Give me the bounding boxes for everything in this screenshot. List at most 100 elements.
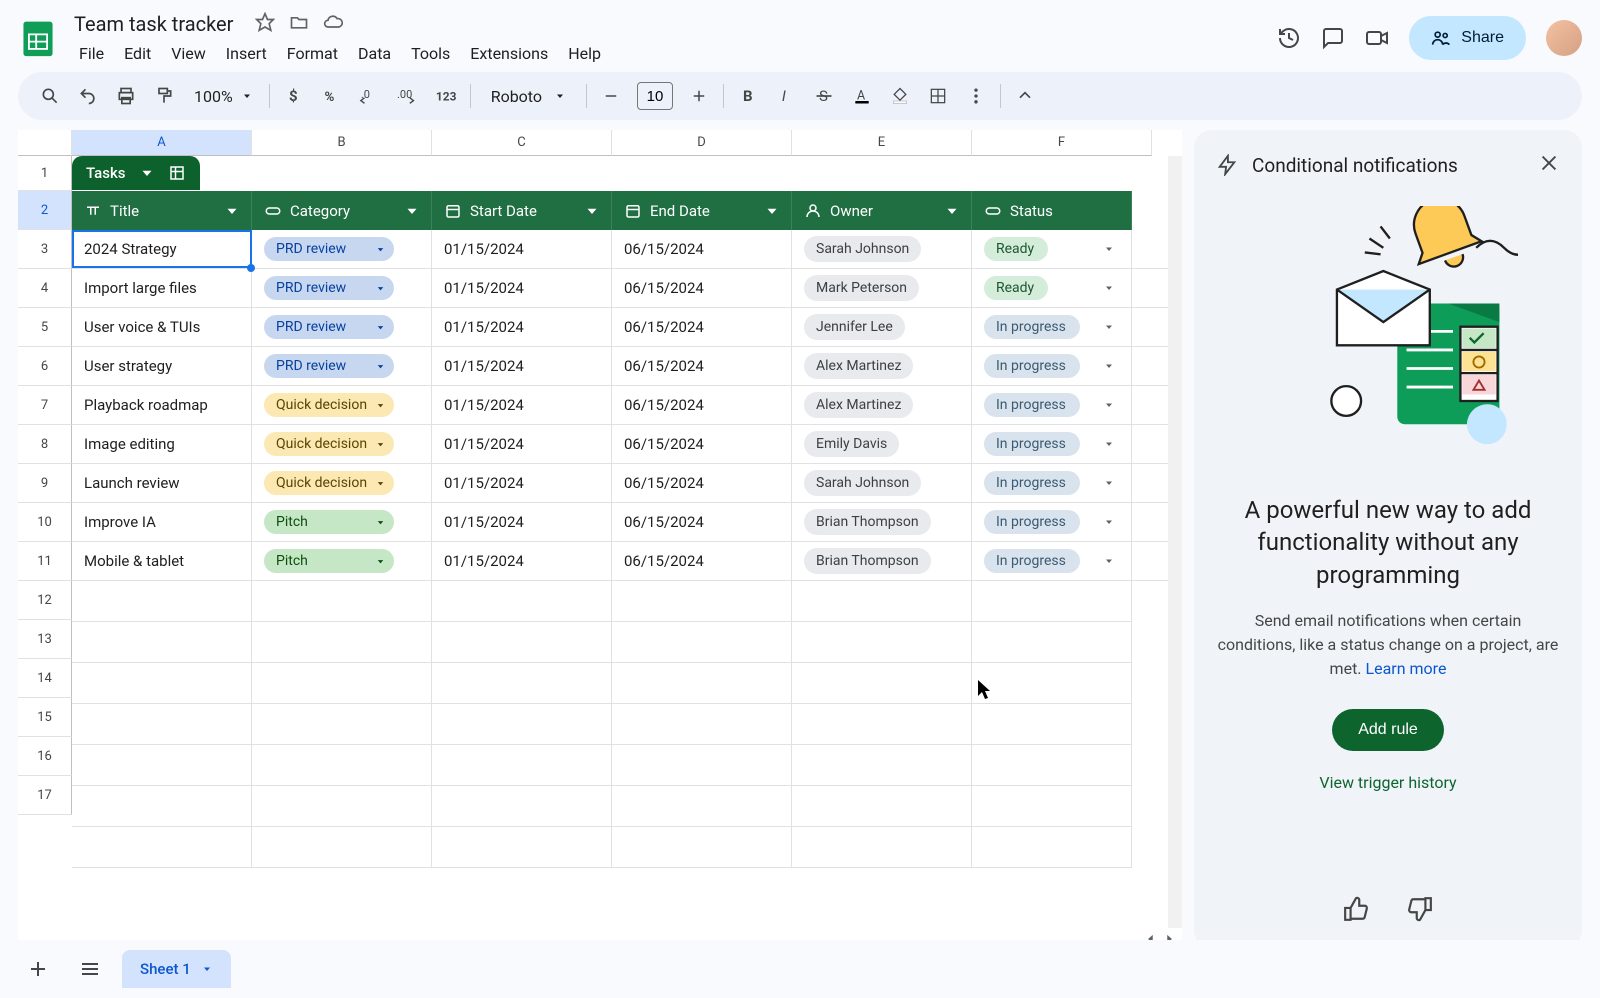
borders-icon[interactable] — [920, 78, 956, 114]
table-tab[interactable]: Tasks — [72, 156, 200, 190]
cell-status[interactable]: In progress — [972, 347, 1132, 385]
vertical-scrollbar[interactable] — [1168, 156, 1182, 928]
cell-title[interactable]: Import large files — [72, 269, 252, 307]
cell-start-date[interactable]: 01/15/2024 — [432, 347, 612, 385]
row-header-16[interactable]: 16 — [18, 737, 72, 776]
table-header-owner[interactable]: Owner — [792, 191, 972, 230]
strikethrough-icon[interactable]: S — [806, 78, 842, 114]
add-sheet-icon[interactable] — [18, 949, 58, 989]
cell-status[interactable]: In progress — [972, 425, 1132, 463]
cell-category[interactable]: PRD review — [252, 347, 432, 385]
cell-end-date[interactable]: 06/15/2024 — [612, 308, 792, 346]
menu-help[interactable]: Help — [559, 40, 610, 67]
italic-icon[interactable]: I — [768, 78, 804, 114]
cell-end-date[interactable]: 06/15/2024 — [612, 542, 792, 580]
cell-owner[interactable]: Brian Thompson — [792, 503, 972, 541]
menu-tools[interactable]: Tools — [402, 40, 459, 67]
cell-end-date[interactable]: 06/15/2024 — [612, 464, 792, 502]
row-header-11[interactable]: 11 — [18, 542, 72, 581]
font-size-input[interactable] — [637, 82, 673, 110]
add-rule-button[interactable]: Add rule — [1332, 709, 1444, 751]
cell-start-date[interactable]: 01/15/2024 — [432, 425, 612, 463]
bold-icon[interactable]: B — [730, 78, 766, 114]
decrease-decimal-icon[interactable]: .0 — [352, 78, 388, 114]
all-sheets-icon[interactable] — [70, 949, 110, 989]
font-select[interactable]: Roboto — [477, 87, 580, 106]
menu-view[interactable]: View — [162, 40, 215, 67]
menu-extensions[interactable]: Extensions — [461, 40, 557, 67]
row-header-17[interactable]: 17 — [18, 776, 72, 815]
cell-status[interactable]: In progress — [972, 308, 1132, 346]
table-header-title[interactable]: Title — [72, 191, 252, 230]
menu-edit[interactable]: Edit — [115, 40, 160, 67]
increase-decimal-icon[interactable]: .00 — [390, 78, 426, 114]
row-header-3[interactable]: 3 — [18, 230, 72, 269]
comment-icon[interactable] — [1321, 26, 1345, 50]
print-icon[interactable] — [108, 78, 144, 114]
col-header-e[interactable]: E — [792, 130, 972, 156]
cell-title[interactable]: Mobile & tablet — [72, 542, 252, 580]
col-header-b[interactable]: B — [252, 130, 432, 156]
empty-row[interactable] — [72, 745, 1182, 786]
cell-status[interactable]: Ready — [972, 269, 1132, 307]
cell-start-date[interactable]: 01/15/2024 — [432, 230, 612, 268]
history-icon[interactable] — [1277, 26, 1301, 50]
cell-owner[interactable]: Brian Thompson — [792, 542, 972, 580]
sheet-tab-1[interactable]: Sheet 1 — [122, 950, 231, 988]
empty-row[interactable] — [72, 786, 1182, 827]
cell-title[interactable]: Image editing — [72, 425, 252, 463]
table-header-start[interactable]: Start Date — [432, 191, 612, 230]
table-header-category[interactable]: Category — [252, 191, 432, 230]
fill-color-icon[interactable] — [882, 78, 918, 114]
cell-category[interactable]: Pitch — [252, 542, 432, 580]
cell-start-date[interactable]: 01/15/2024 — [432, 308, 612, 346]
cell-category[interactable]: Quick decision — [252, 425, 432, 463]
cell-status[interactable]: In progress — [972, 386, 1132, 424]
cell-owner[interactable]: Alex Martinez — [792, 347, 972, 385]
cell-owner[interactable]: Sarah Johnson — [792, 230, 972, 268]
cell-status[interactable]: Ready — [972, 230, 1132, 268]
empty-row[interactable] — [72, 581, 1182, 622]
learn-more-link[interactable]: Learn more — [1365, 659, 1446, 678]
user-avatar[interactable] — [1546, 20, 1582, 56]
cell-title[interactable]: Improve IA — [72, 503, 252, 541]
cell-owner[interactable]: Alex Martinez — [792, 386, 972, 424]
select-all-corner[interactable] — [18, 130, 72, 156]
zoom-select[interactable]: 100% — [184, 87, 263, 106]
collapse-toolbar-icon[interactable] — [1007, 78, 1043, 114]
cell-category[interactable]: PRD review — [252, 269, 432, 307]
doc-title[interactable]: Team task tracker — [70, 10, 237, 38]
row-header-8[interactable]: 8 — [18, 425, 72, 464]
percent-icon[interactable]: % — [314, 78, 350, 114]
cell-title[interactable]: Playback roadmap — [72, 386, 252, 424]
table-view-icon[interactable] — [168, 164, 186, 182]
share-button[interactable]: Share — [1409, 16, 1526, 60]
cell-end-date[interactable]: 06/15/2024 — [612, 269, 792, 307]
cell-owner[interactable]: Sarah Johnson — [792, 464, 972, 502]
thumbs-up-icon[interactable] — [1343, 896, 1369, 926]
paint-format-icon[interactable] — [146, 78, 182, 114]
menu-file[interactable]: File — [70, 40, 113, 67]
row-header-2[interactable]: 2 — [18, 191, 72, 230]
col-header-c[interactable]: C — [432, 130, 612, 156]
cell-owner[interactable]: Emily Davis — [792, 425, 972, 463]
row-header-4[interactable]: 4 — [18, 269, 72, 308]
menu-format[interactable]: Format — [278, 40, 347, 67]
currency-icon[interactable]: $ — [276, 78, 312, 114]
more-icon[interactable] — [958, 78, 994, 114]
star-icon[interactable] — [255, 12, 275, 36]
spreadsheet-grid[interactable]: A B C D E F 1234567891011121314151617 Ta… — [18, 130, 1182, 948]
row-header-15[interactable]: 15 — [18, 698, 72, 737]
cell-start-date[interactable]: 01/15/2024 — [432, 386, 612, 424]
cell-start-date[interactable]: 01/15/2024 — [432, 503, 612, 541]
menu-insert[interactable]: Insert — [217, 40, 276, 67]
cell-title[interactable]: User voice & TUIs — [72, 308, 252, 346]
row-header-13[interactable]: 13 — [18, 620, 72, 659]
row-header-7[interactable]: 7 — [18, 386, 72, 425]
cell-status[interactable]: In progress — [972, 542, 1132, 580]
cell-start-date[interactable]: 01/15/2024 — [432, 542, 612, 580]
move-icon[interactable] — [289, 12, 309, 36]
cell-title[interactable]: User strategy — [72, 347, 252, 385]
table-header-end[interactable]: End Date — [612, 191, 792, 230]
cell-category[interactable]: Pitch — [252, 503, 432, 541]
